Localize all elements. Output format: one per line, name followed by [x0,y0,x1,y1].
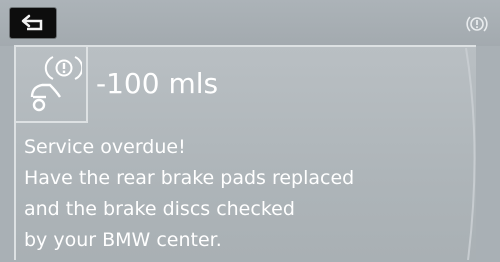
service-message: Service overdue! Have the rear brake pad… [24,132,354,256]
service-notification-screen: -100 mls Service overdue! Have the rear … [0,0,500,262]
back-arrow-icon [21,14,43,31]
top-bar [0,0,500,46]
brake-pad-warning-icon [30,56,82,112]
message-line: Service overdue! [24,136,186,158]
message-line: and the brake discs checked [24,198,295,220]
warning-exclamation-icon [466,16,488,32]
remaining-distance: -100 mls [96,67,219,100]
message-line: Have the rear brake pads replaced [24,167,355,189]
message-line: by your BMW center. [24,229,222,251]
panel-edge-decoration [465,48,476,260]
back-button[interactable] [10,8,56,38]
